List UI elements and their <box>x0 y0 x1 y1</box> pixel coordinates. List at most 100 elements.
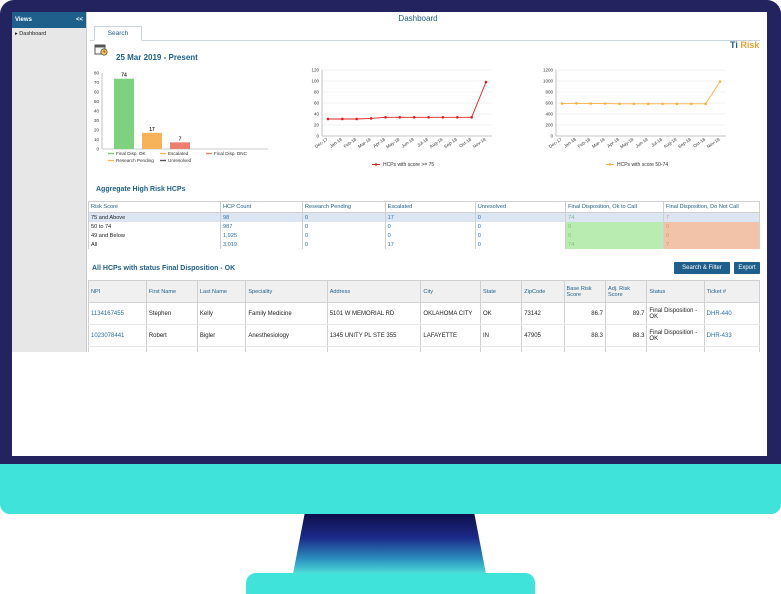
y-tick-label: 80 <box>94 71 100 76</box>
table-cell[interactable]: 0 <box>302 231 386 240</box>
column-header[interactable]: Escalated <box>384 201 476 213</box>
table-cell: Kelly <box>196 302 247 325</box>
bar <box>170 142 190 149</box>
table-cell: IN <box>479 324 523 347</box>
table-cell[interactable] <box>88 346 147 352</box>
tab-search[interactable]: Search <box>94 26 142 41</box>
column-header[interactable]: Final Disposition, Ok to Call <box>565 201 664 213</box>
column-header[interactable]: City <box>420 280 481 303</box>
table-cell[interactable]: 987 <box>220 222 303 231</box>
caret-right-icon: ▸ <box>15 31 18 37</box>
table-row[interactable]: 1134167455 Stephen Kelly Family Medicine 510… <box>88 302 761 325</box>
calendar-clock-icon <box>94 44 108 56</box>
table-cell[interactable]: 74 <box>565 240 664 249</box>
table-cell[interactable]: 0 <box>474 212 567 222</box>
data-point <box>427 116 430 119</box>
legend-label: HCPs with score 50-74 <box>617 162 668 168</box>
table-cell[interactable]: DHR-433 <box>703 324 761 347</box>
aggregate-row[interactable]: 50 to 74 987 0 0 0 0 0 <box>87 222 761 231</box>
bar-value-label: 17 <box>149 127 155 133</box>
column-header[interactable]: ZipCode <box>521 280 565 303</box>
table-cell[interactable] <box>703 346 761 352</box>
column-header[interactable]: Final Disposition, Do Not Call <box>662 201 761 213</box>
table-cell[interactable]: 0 <box>474 240 567 249</box>
collapse-sidebar-button[interactable]: << <box>76 17 83 23</box>
table-cell: 5101 W MEMORIAL RD <box>326 302 422 325</box>
table-cell[interactable]: 17 <box>384 212 476 222</box>
search-filter-button[interactable]: Search & Filter <box>674 262 730 274</box>
y-tick-label: 70 <box>94 80 100 85</box>
data-point <box>441 116 445 119</box>
x-tick-label: Aug-18 <box>429 136 444 149</box>
column-header[interactable]: Adj. Risk Score <box>604 280 648 303</box>
data-point <box>384 116 387 119</box>
column-header[interactable]: State <box>479 280 523 303</box>
column-header[interactable]: Last Name <box>196 280 247 303</box>
table-cell: 89.7 <box>604 302 648 325</box>
table-cell[interactable]: 0 <box>474 222 567 231</box>
export-button[interactable]: Export <box>734 262 760 274</box>
table-cell: 88.3 <box>604 324 648 347</box>
bar-value-label: 74 <box>121 73 127 79</box>
aggregate-row[interactable]: 75 and Above 98 0 17 0 74 7 <box>87 212 761 222</box>
table-cell[interactable]: 0 <box>662 222 761 231</box>
data-point <box>675 102 679 106</box>
column-header[interactable]: Research Pending <box>302 201 386 213</box>
column-header[interactable]: First Name <box>145 280 198 303</box>
table-cell[interactable]: 74 <box>565 212 664 222</box>
table-cell[interactable]: 7 <box>662 212 761 222</box>
column-header[interactable]: Address <box>326 280 422 303</box>
bar <box>114 78 134 149</box>
column-header[interactable]: NPI <box>88 280 147 303</box>
table-row[interactable]: Anesthesiology, Pain Final Disposition - <box>88 346 761 352</box>
table-cell[interactable]: 0 <box>302 240 386 249</box>
y-tick-label: 10 <box>94 137 100 142</box>
x-tick-label: Jul-18 <box>650 136 663 147</box>
legend-label: Final Disp. OK <box>116 151 147 156</box>
table-cell[interactable]: 3,019 <box>220 240 303 249</box>
screen: Views << ▸ Dashboard Dashboard Search 25… <box>12 12 767 456</box>
table-cell[interactable]: 1134167455 <box>88 302 147 325</box>
column-header[interactable]: Risk Score <box>87 201 222 213</box>
column-header[interactable]: Unresolved <box>474 201 567 213</box>
data-point <box>412 116 416 119</box>
table-cell[interactable]: 1,925 <box>220 231 303 240</box>
data-point <box>455 116 459 119</box>
table-cell[interactable]: DHR-440 <box>703 302 761 325</box>
table-cell[interactable]: 0 <box>565 231 664 240</box>
aggregate-row[interactable]: 49 and Below 1,925 0 0 0 0 0 <box>87 231 761 240</box>
column-header[interactable]: Status <box>646 280 705 303</box>
x-tick-label: Nov-18 <box>706 136 721 149</box>
column-header[interactable]: HCP Count <box>220 201 303 213</box>
table-cell[interactable]: 0 <box>474 231 567 240</box>
table-cell[interactable]: 98 <box>220 212 303 222</box>
table-cell[interactable]: 1023078441 <box>88 324 147 347</box>
y-tick-label: 800 <box>545 90 553 95</box>
status-bar-chart: 0 10 20 30 40 50 60 70 80 74 17 7 Final Disp. OK Esca… <box>94 71 268 163</box>
sidebar-title: Views <box>15 17 32 23</box>
app-window: Views << ▸ Dashboard Dashboard Search 25… <box>12 12 767 352</box>
table-cell[interactable]: 0 <box>565 222 664 231</box>
bar <box>142 132 162 149</box>
sidebar-item-dashboard[interactable]: ▸ Dashboard <box>12 28 86 40</box>
y-tick-label: 1200 <box>543 68 554 73</box>
table-cell[interactable]: 0 <box>384 231 476 240</box>
table-cell: LAFAYETTE <box>420 324 481 347</box>
table-cell[interactable]: 0 <box>302 212 386 222</box>
aggregate-title: Aggregate High Risk HCPs <box>96 186 186 193</box>
data-point <box>398 116 402 119</box>
column-header[interactable]: Base Risk Score <box>563 280 606 303</box>
table-cell[interactable]: 7 <box>662 240 761 249</box>
table-cell[interactable]: 0 <box>384 222 476 231</box>
data-point <box>718 80 722 83</box>
table-cell[interactable]: 0 <box>302 222 386 231</box>
y-tick-label: 1000 <box>543 79 554 84</box>
table-cell <box>196 346 247 352</box>
table-cell[interactable]: 17 <box>384 240 476 249</box>
table-row[interactable]: 1023078441 Robert Bigler Anesthesiology 1345… <box>88 324 761 347</box>
column-header[interactable]: Ticket # <box>703 280 761 303</box>
aggregate-row[interactable]: All 3,019 0 17 0 74 7 <box>87 240 761 249</box>
column-header[interactable]: Speciality <box>245 280 328 303</box>
table-cell[interactable]: 0 <box>662 231 761 240</box>
y-tick-label: 120 <box>311 68 319 73</box>
